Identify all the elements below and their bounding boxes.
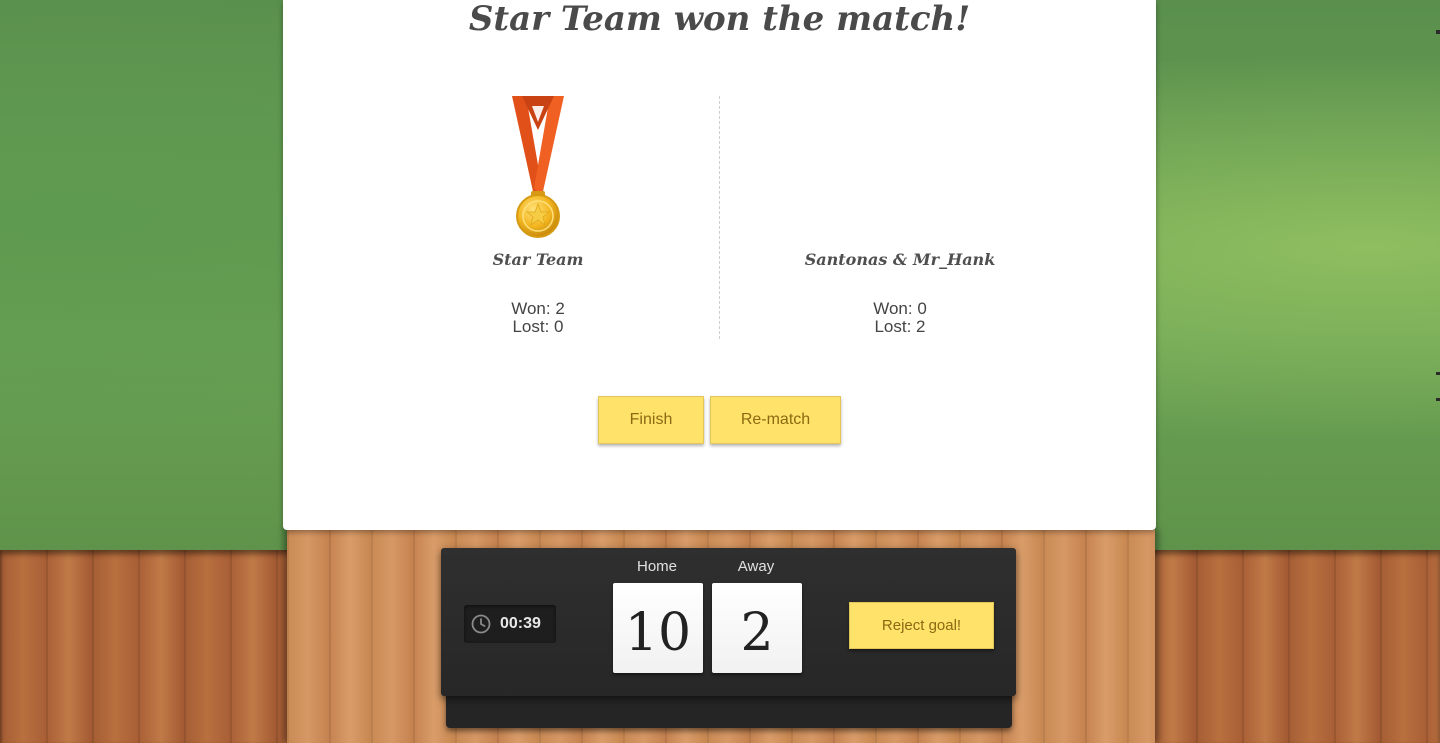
match-result-modal: Star Team won the match! Star Team Won: … bbox=[283, 0, 1156, 530]
clock-icon bbox=[471, 614, 491, 634]
team-stats: Won: 2 Lost: 0 bbox=[358, 300, 718, 336]
gold-medal-icon bbox=[512, 96, 564, 238]
finish-button[interactable]: Finish bbox=[598, 396, 704, 444]
modal-actions: Finish Re-match bbox=[283, 396, 1156, 444]
edge-mark bbox=[1436, 372, 1440, 375]
team-name: Star Team bbox=[492, 250, 584, 269]
match-timer: 00:39 bbox=[464, 605, 556, 643]
edge-mark bbox=[1436, 398, 1440, 401]
edge-mark bbox=[1436, 30, 1440, 34]
team-card-away: Santonas & Mr_Hank Won: 0 Lost: 2 bbox=[720, 90, 1080, 336]
medal-area-empty bbox=[720, 90, 1080, 240]
won-count: Won: 0 bbox=[873, 299, 927, 318]
rematch-button[interactable]: Re-match bbox=[710, 396, 841, 444]
team-stats: Won: 0 Lost: 2 bbox=[720, 300, 1080, 336]
team-name: Santonas & Mr_Hank bbox=[804, 250, 996, 269]
home-score: 10 bbox=[613, 583, 703, 673]
away-label: Away bbox=[737, 558, 775, 575]
team-card-home: Star Team Won: 2 Lost: 0 bbox=[358, 90, 718, 336]
away-score: 2 bbox=[712, 583, 802, 673]
modal-title: Star Team won the match! bbox=[468, 0, 971, 39]
timer-value: 00:39 bbox=[500, 615, 541, 632]
scoreboard: 00:39 Home Away 10 2 Reject goal! bbox=[441, 548, 1016, 696]
won-count: Won: 2 bbox=[511, 299, 565, 318]
medal-area bbox=[358, 90, 718, 240]
lost-count: Lost: 2 bbox=[874, 317, 926, 336]
reject-goal-button[interactable]: Reject goal! bbox=[849, 602, 994, 649]
home-label: Home bbox=[636, 558, 677, 575]
lost-count: Lost: 0 bbox=[512, 317, 564, 336]
